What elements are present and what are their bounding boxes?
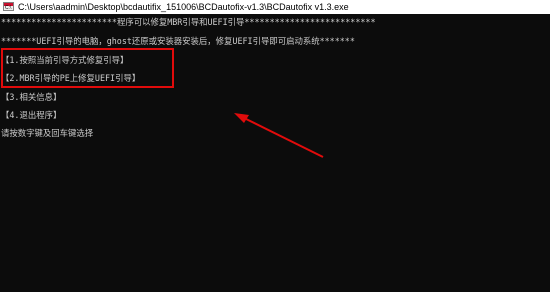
annotation-arrow-icon [234, 113, 324, 158]
